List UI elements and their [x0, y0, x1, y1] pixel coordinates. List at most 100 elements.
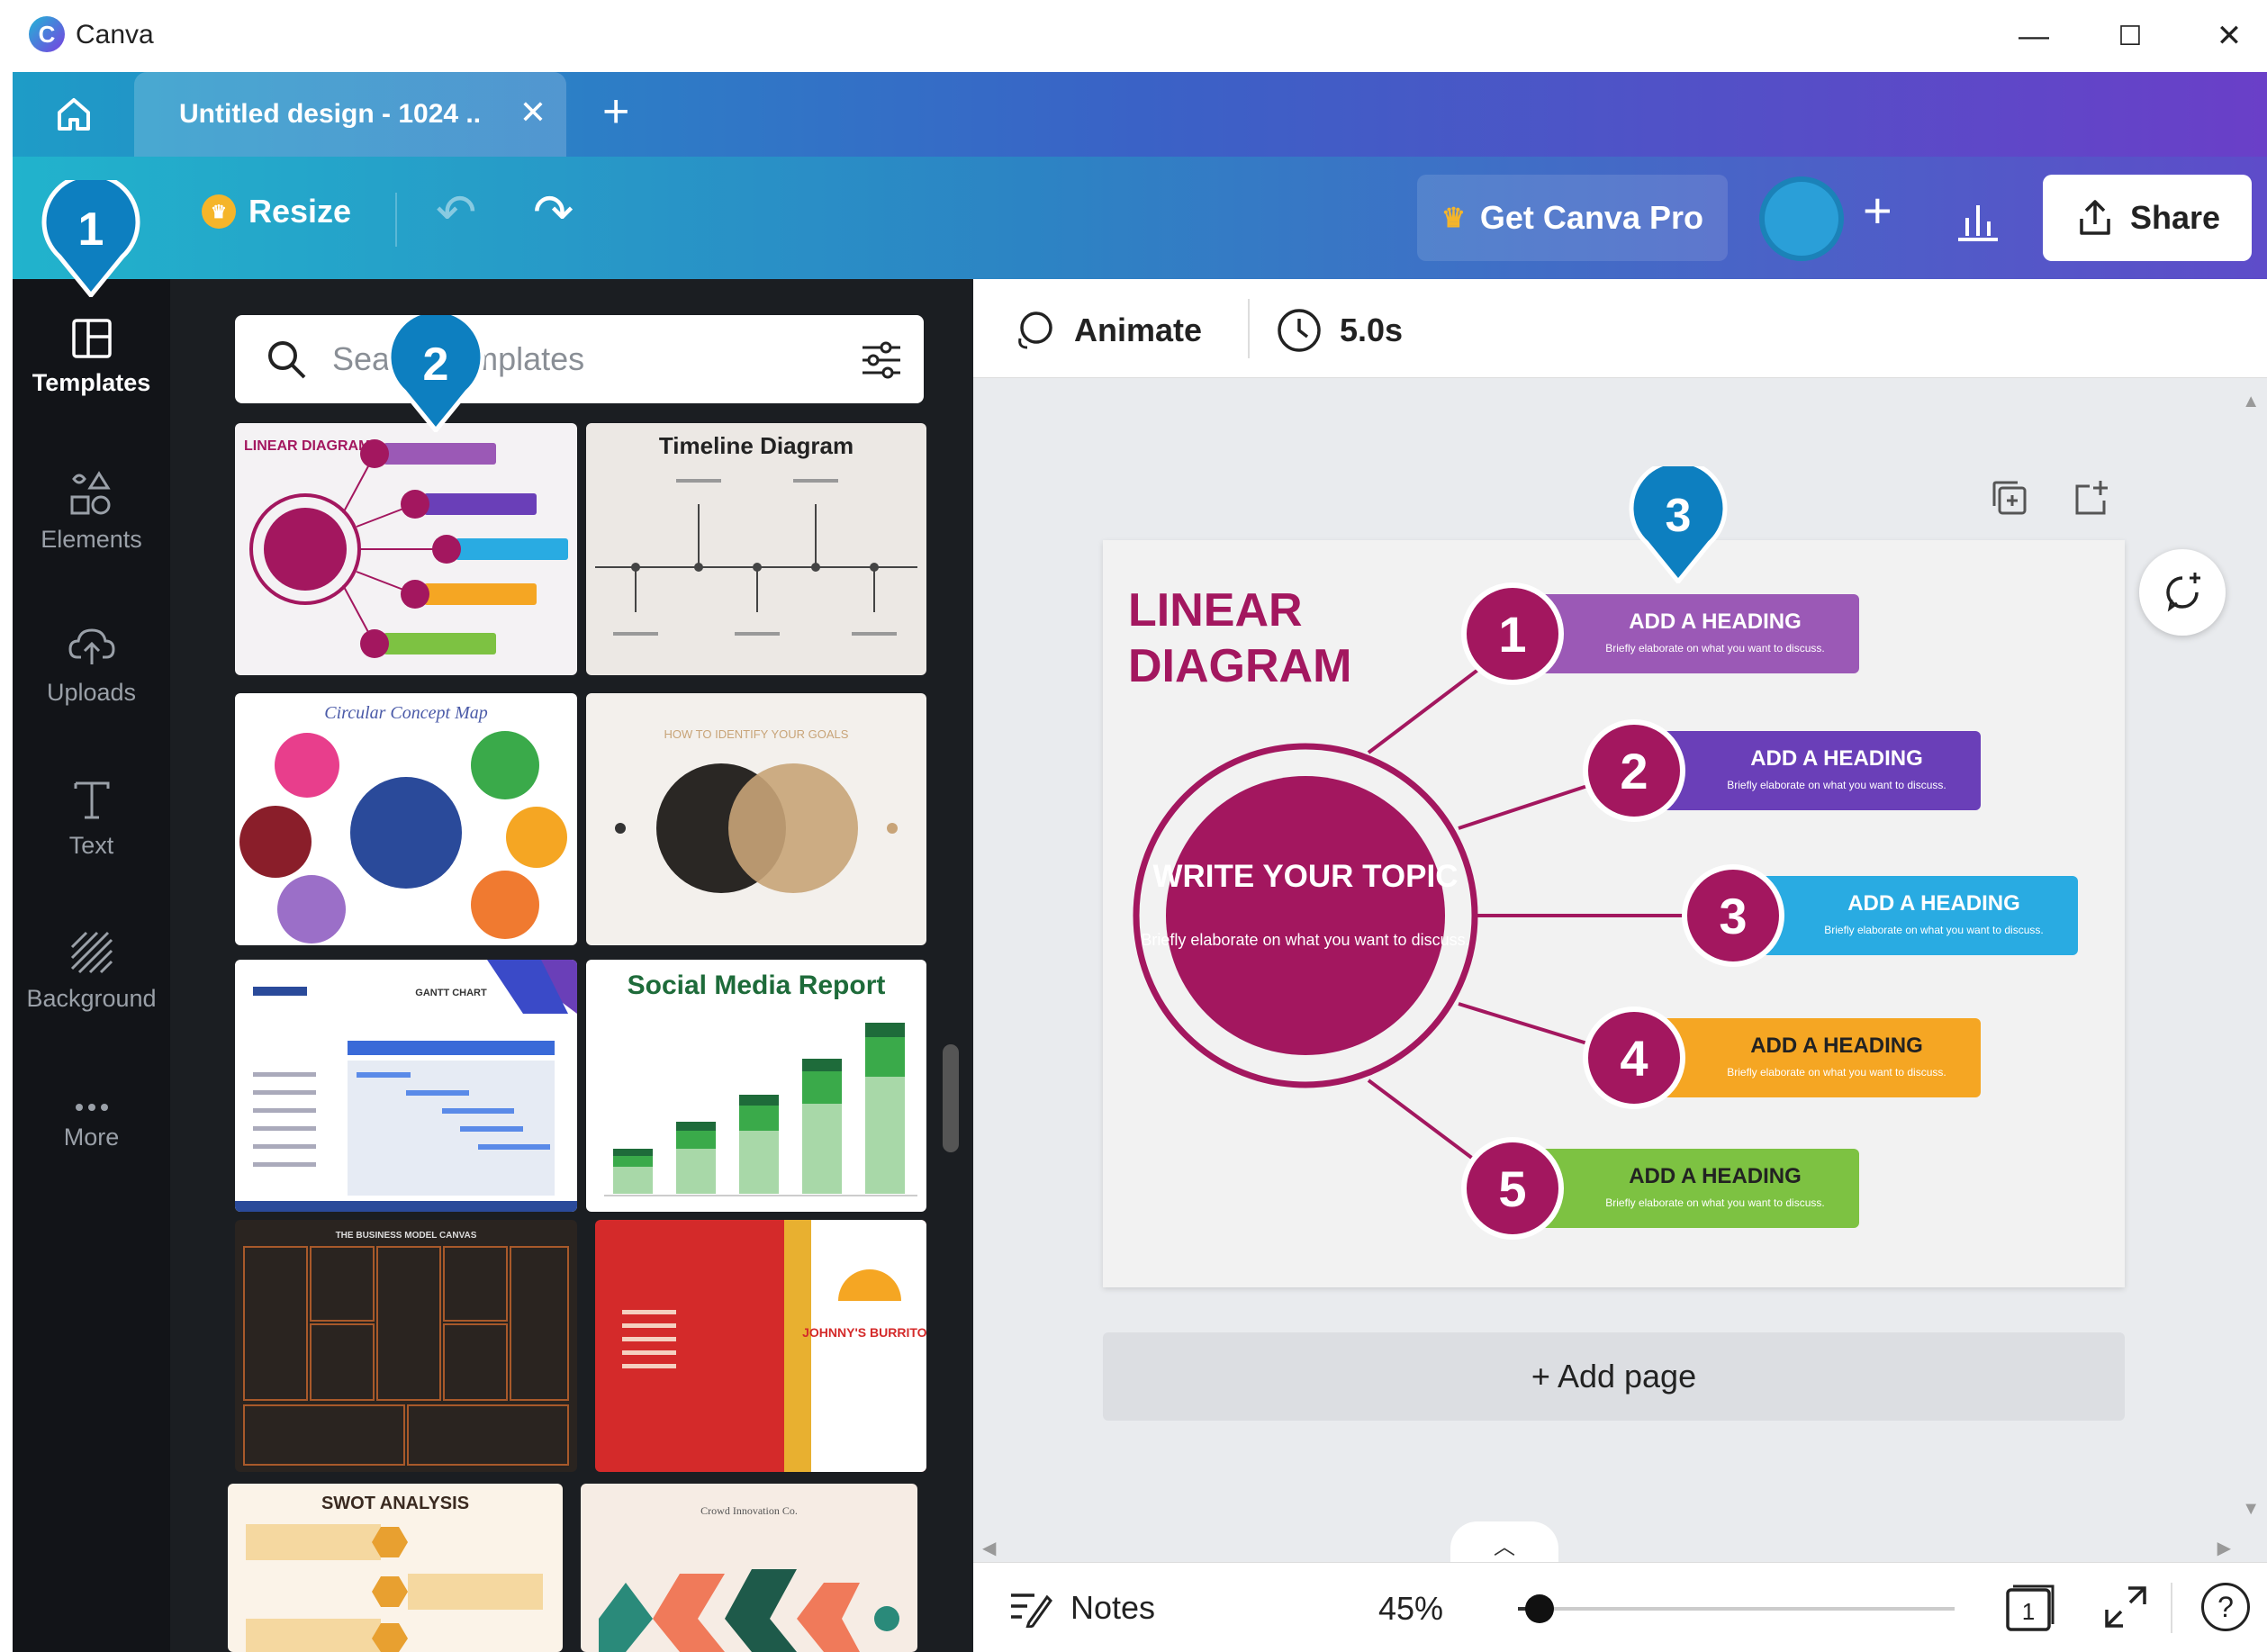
callout-number: 1 [78, 203, 104, 256]
social-media-report-preview: Social Media Report [604, 970, 917, 1196]
diagram-item-1[interactable]: 1 ADD A HEADING Briefly elaborate on wha… [1461, 582, 1859, 685]
close-tab-icon[interactable]: ✕ [519, 94, 546, 131]
design-title-line1: LINEAR [1128, 584, 1303, 636]
page-count-button[interactable]: 1 [2004, 1583, 2056, 1638]
template-thumbnail[interactable]: LINEAR DIAGRAM [235, 423, 577, 675]
scroll-right-arrow[interactable]: ▶ [2217, 1537, 2231, 1559]
add-page-button[interactable]: + Add page [1103, 1332, 2125, 1421]
templates-icon [71, 319, 112, 358]
diagram-item-2[interactable]: 2 ADD A HEADING Briefly elaborate on wha… [1583, 719, 1981, 822]
item-heading: ADD A HEADING [1750, 746, 1923, 771]
minimize-button[interactable]: — [2007, 11, 2061, 61]
item-subtext: Briefly elaborate on what you want to di… [1727, 1066, 1946, 1079]
thumb-title: SWOT ANALYSIS [321, 1494, 469, 1513]
redo-icon[interactable]: ↷ [533, 184, 574, 240]
templates-panel: Search templates LINEAR DIAGRAM Timeline… [170, 279, 973, 1652]
avatar[interactable] [1759, 176, 1844, 261]
zoom-slider[interactable] [1518, 1594, 1955, 1623]
sidebar-item-more[interactable]: More [13, 1098, 170, 1151]
close-window-button[interactable]: ✕ [2202, 11, 2256, 61]
scroll-left-arrow[interactable]: ◀ [982, 1537, 996, 1559]
search-input[interactable]: Search templates [235, 315, 924, 403]
insights-icon[interactable] [1953, 194, 2003, 245]
template-thumbnail[interactable]: THE BUSINESS MODEL CANVAS [235, 1220, 577, 1472]
get-canva-pro-button[interactable]: ♛ Get Canva Pro [1417, 175, 1728, 261]
undo-icon[interactable]: ↶ [436, 184, 476, 240]
center-topic-text: WRITE YOUR TOPIC [1152, 859, 1458, 894]
new-tab-button[interactable]: + [602, 88, 629, 135]
crown-icon: ♛ [202, 194, 236, 229]
animate-button[interactable]: Animate [1009, 306, 1202, 355]
gantt-chart-preview: GANTT CHART [235, 960, 577, 1212]
expand-pages-button[interactable]: ︿ [1450, 1521, 1558, 1562]
duplicate-page-icon[interactable] [1989, 477, 2032, 520]
diagram-item-5[interactable]: 5 ADD A HEADING Briefly elaborate on wha… [1461, 1137, 1859, 1240]
app-window: C Canva — ☐ ✕ Untitled design - 1024 .. … [13, 0, 2267, 1652]
resize-label: Resize [248, 193, 352, 230]
design-title-line2: DIAGRAM [1128, 640, 1351, 692]
template-thumbnail[interactable]: Timeline Diagram [586, 423, 926, 675]
linear-diagram-design: LINEAR DIAGRAM WRITE YOUR TOPIC Briefly … [1128, 582, 2078, 1240]
sidebar-rail: Templates Elements Uploads Text Backgrou… [13, 279, 170, 1652]
diagram-item-4[interactable]: 4 ADD A HEADING Briefly elaborate on wha… [1583, 1007, 1981, 1109]
template-thumbnail[interactable]: JOHNNY'S BURRITOS [595, 1220, 926, 1472]
design-canvas[interactable]: LINEAR DIAGRAM WRITE YOUR TOPIC Briefly … [1103, 540, 2125, 1287]
horizontal-scrollbar[interactable]: ◀ ▶ [973, 1535, 2267, 1562]
sidebar-item-templates[interactable]: Templates [13, 315, 170, 397]
filter-icon[interactable] [859, 339, 904, 382]
panel-scrollbar[interactable] [943, 1044, 959, 1152]
share-upload-icon [2080, 200, 2110, 235]
thumb-title: Crowd Innovation Co. [700, 1504, 798, 1517]
canva-logo-icon: C [29, 16, 65, 52]
thumb-title: LINEAR DIAGRAM [244, 438, 370, 454]
zoom-slider-knob[interactable] [1525, 1594, 1555, 1623]
template-thumbnail[interactable]: Circular Concept Map [235, 693, 577, 945]
template-thumbnail[interactable]: HOW TO IDENTIFY YOUR GOALS [586, 693, 926, 945]
template-thumbnail[interactable]: SWOT ANALYSIS [228, 1484, 563, 1652]
bottom-bar: Notes 45% 1 ? [973, 1562, 2267, 1652]
sidebar-item-label: More [63, 1124, 120, 1151]
item-number: 2 [1620, 743, 1648, 799]
maximize-button[interactable]: ☐ [2103, 11, 2157, 61]
burritos-preview: JOHNNY'S BURRITOS [622, 1220, 926, 1472]
scroll-up-arrow[interactable]: ▲ [2242, 392, 2260, 412]
zoom-level[interactable]: 45% [1378, 1590, 1443, 1628]
app-title: Canva [76, 20, 154, 50]
home-tab[interactable] [13, 72, 134, 157]
thumb-title: JOHNNY'S BURRITOS [802, 1325, 926, 1340]
template-thumbnail[interactable]: Crowd Innovation Co. [581, 1484, 917, 1652]
template-thumbnail[interactable]: GANTT CHART [235, 960, 577, 1212]
duration-button[interactable]: 5.0s [1275, 306, 1403, 355]
bottom-divider [2171, 1583, 2172, 1633]
sidebar-item-uploads[interactable]: Uploads [13, 621, 170, 707]
document-tab[interactable]: Untitled design - 1024 .. ✕ [134, 72, 566, 157]
resize-button[interactable]: ♛ Resize [202, 193, 351, 230]
share-button[interactable]: Share [2043, 175, 2252, 261]
thumb-title: Social Media Report [628, 970, 886, 1000]
diagram-item-3[interactable]: 3 ADD A HEADING Briefly elaborate on wha… [1682, 864, 2078, 967]
item-number: 5 [1498, 1160, 1526, 1217]
sidebar-item-text[interactable]: Text [13, 774, 170, 860]
text-icon [74, 781, 109, 819]
item-heading: ADD A HEADING [1750, 1034, 1923, 1058]
animate-icon [1018, 311, 1052, 349]
callout-number: 3 [1666, 490, 1692, 542]
invite-plus-icon[interactable]: + [1863, 184, 1892, 238]
animate-label: Animate [1074, 311, 1203, 348]
more-icon [75, 1104, 108, 1111]
duration-label: 5.0s [1340, 311, 1404, 348]
fullscreen-button[interactable] [2101, 1583, 2150, 1636]
background-icon [70, 931, 113, 974]
magic-refresh-button[interactable] [2139, 549, 2226, 636]
add-page-icon[interactable] [2070, 477, 2113, 520]
context-divider [1248, 299, 1250, 358]
notes-button[interactable]: Notes [1007, 1588, 1155, 1628]
sidebar-item-elements[interactable]: Elements [13, 468, 170, 554]
thumb-title: HOW TO IDENTIFY YOUR GOALS [664, 727, 849, 741]
item-subtext: Briefly elaborate on what you want to di… [1824, 924, 2043, 936]
sidebar-item-background[interactable]: Background [13, 927, 170, 1013]
scroll-down-arrow[interactable]: ▼ [2242, 1499, 2260, 1520]
template-thumbnail[interactable]: Social Media Report [586, 960, 926, 1212]
help-button[interactable]: ? [2201, 1583, 2250, 1631]
notes-label: Notes [1070, 1589, 1156, 1626]
